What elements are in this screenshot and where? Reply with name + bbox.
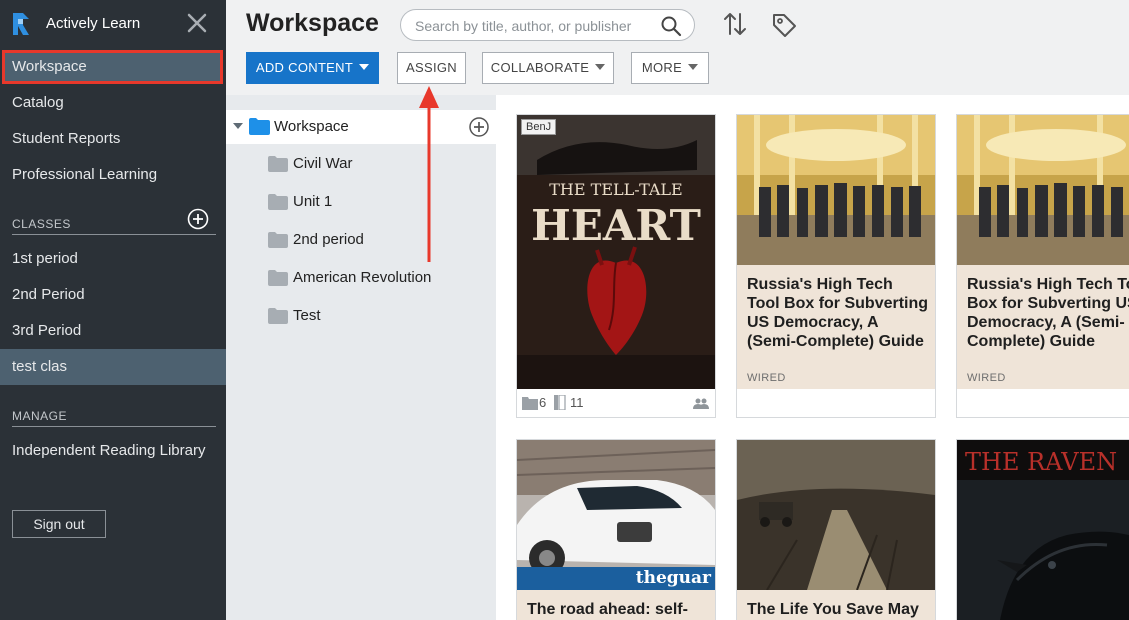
folder-icon xyxy=(268,232,288,248)
page-count: 11 xyxy=(570,395,584,410)
article-title: The road ahead: self- xyxy=(527,601,688,618)
article-title: Russia's High Tech Tool Box for Subverti… xyxy=(747,276,929,350)
divider xyxy=(12,426,216,427)
add-content-button[interactable]: ADD CONTENT xyxy=(246,52,379,84)
add-class-plus-icon[interactable] xyxy=(187,208,209,230)
sidebar-item-label: Professional Learning xyxy=(12,166,158,183)
sidebar-item-professional-learning[interactable]: Professional Learning xyxy=(0,157,226,193)
sidebar-item-workspace[interactable]: Workspace xyxy=(2,50,223,84)
folder-label: Civil War xyxy=(293,155,353,172)
folder-label: 2nd period xyxy=(293,231,364,248)
card-title-box: The Life You Save May xyxy=(737,590,935,620)
search-icon[interactable] xyxy=(660,15,682,37)
sidebar-item-label: Student Reports xyxy=(12,130,121,147)
cover-title: THE RAVEN xyxy=(965,448,1117,476)
chevron-down-icon xyxy=(688,64,699,70)
sidebar-item-label: Workspace xyxy=(12,58,87,75)
owner-badge: BenJ xyxy=(521,119,557,135)
article-image xyxy=(737,115,935,265)
expand-caret-icon[interactable] xyxy=(233,123,243,129)
brand-header: Actively Learn xyxy=(0,0,226,48)
sidebar-item-class[interactable]: 3rd Period xyxy=(0,313,226,349)
chevron-down-icon xyxy=(359,64,370,70)
book-cover-image: THE RAVEN xyxy=(957,440,1129,620)
classes-section-label: CLASSES xyxy=(12,217,71,231)
actively-learn-logo-icon[interactable] xyxy=(10,11,32,37)
class-label: 2nd Period xyxy=(12,286,85,303)
tag-icon[interactable] xyxy=(770,11,798,39)
sidebar-item-catalog[interactable]: Catalog xyxy=(0,85,226,121)
cover-title-line2: HEART xyxy=(531,201,701,250)
folder-open-icon xyxy=(249,118,270,135)
folder-icon xyxy=(268,270,288,286)
book-icon xyxy=(554,395,566,410)
sidebar-item-label: Catalog xyxy=(12,94,64,111)
sidebar-item-independent-reading-library[interactable]: Independent Reading Library xyxy=(0,433,226,469)
tree-root-label: Workspace xyxy=(274,118,349,135)
sidebar-item-class-active[interactable]: test clas xyxy=(0,349,226,385)
more-button[interactable]: MORE xyxy=(631,52,709,84)
assign-button[interactable]: ASSIGN xyxy=(397,52,466,84)
page-title: Workspace xyxy=(246,9,379,37)
collaborate-label: COLLABORATE xyxy=(490,60,590,75)
sidebar-item-student-reports[interactable]: Student Reports xyxy=(0,121,226,157)
folder-icon xyxy=(268,308,288,324)
article-title: Russia's High Tech Tool Box for Subverti… xyxy=(967,276,1129,350)
article-source: WIRED xyxy=(747,372,786,384)
content-card[interactable]: theguar The road ahead: self- xyxy=(516,439,716,620)
header: Workspace ADD CONTENT ASSIGN COLLABORATE… xyxy=(226,0,1129,95)
folder-tree: Workspace Civil War Unit 1 2nd period Am… xyxy=(226,95,496,620)
article-source: WIRED xyxy=(967,372,1006,384)
folder-icon xyxy=(268,194,288,210)
sidebar-item-class[interactable]: 1st period xyxy=(0,241,226,277)
shared-users-icon[interactable] xyxy=(693,398,709,409)
add-content-label: ADD CONTENT xyxy=(255,60,354,75)
source-watermark: theguar xyxy=(635,568,711,588)
content-card[interactable]: The Life You Save May xyxy=(736,439,936,620)
folder-icon xyxy=(268,156,288,172)
divider xyxy=(12,234,216,235)
content-card[interactable]: THE RAVEN xyxy=(956,439,1129,620)
card-meta: 6 11 xyxy=(517,389,715,417)
search-box[interactable] xyxy=(400,9,695,41)
article-image xyxy=(957,115,1129,265)
annotation-arrow-icon xyxy=(419,86,439,262)
content-card[interactable]: Russia's High Tech Tool Box for Subverti… xyxy=(956,114,1129,418)
chevron-down-icon xyxy=(595,64,606,70)
content-grid: THE TELL-TALE HEART BenJ 6 11 Russia's H… xyxy=(496,95,1129,620)
book-cover-image: THE TELL-TALE HEART xyxy=(517,115,715,391)
folder-label: American Revolution xyxy=(293,269,432,286)
folder-count: 6 xyxy=(539,395,547,410)
assign-label: ASSIGN xyxy=(406,60,457,75)
sidebar-item-label: Independent Reading Library xyxy=(12,442,206,459)
manage-section-label: MANAGE xyxy=(12,409,68,423)
class-label: test clas xyxy=(12,358,68,375)
tree-root-workspace[interactable]: Workspace xyxy=(226,110,496,144)
close-icon[interactable] xyxy=(186,12,208,34)
add-folder-icon[interactable] xyxy=(468,116,490,138)
app-name: Actively Learn xyxy=(46,15,141,32)
sidebar-item-class[interactable]: 2nd Period xyxy=(0,277,226,313)
sort-icon[interactable] xyxy=(722,10,748,38)
sign-out-button[interactable]: Sign out xyxy=(12,510,106,538)
more-label: MORE xyxy=(641,60,683,75)
card-title-box: Russia's High Tech Tool Box for Subverti… xyxy=(737,265,935,389)
article-title: The Life You Save May xyxy=(747,601,919,618)
class-label: 3rd Period xyxy=(12,322,82,339)
card-title-box: The road ahead: self- xyxy=(517,590,715,620)
content-card[interactable]: THE TELL-TALE HEART BenJ 6 11 xyxy=(516,114,716,418)
content-card[interactable]: Russia's High Tech Tool Box for Subverti… xyxy=(736,114,936,418)
story-image xyxy=(737,440,935,590)
folder-label: Test xyxy=(293,307,321,324)
folder-label: Unit 1 xyxy=(293,193,333,210)
search-input[interactable] xyxy=(415,16,655,36)
sidebar: Actively Learn Workspace Catalog Student… xyxy=(0,0,226,620)
collaborate-button[interactable]: COLLABORATE xyxy=(482,52,614,84)
cover-title-line1: THE TELL-TALE xyxy=(549,180,682,199)
card-title-box: Russia's High Tech Tool Box for Subverti… xyxy=(957,265,1129,389)
class-label: 1st period xyxy=(12,250,78,267)
folder-icon xyxy=(522,397,538,410)
